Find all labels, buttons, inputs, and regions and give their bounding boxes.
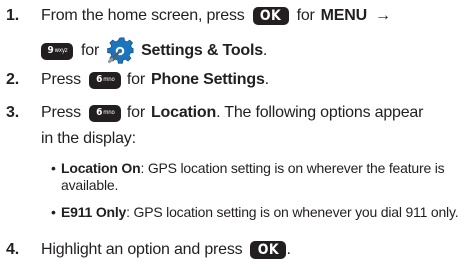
arrow-icon: → [374,7,391,24]
key-6-icon: 6 mno [88,104,121,122]
step-text: Press [41,104,81,121]
manual-page: 1. From the home screen, press OK for ME… [0,0,472,275]
step-text: in the display: [41,130,136,147]
step-text: for [81,42,100,59]
option-text: E911 Only: GPS location setting is on wh… [61,204,459,221]
step-text: . The following options appear [216,104,424,121]
step-number: 2. [6,71,19,88]
gear-icon [107,37,134,64]
bullet-icon: • [51,160,56,176]
step-4-line: Highlight an option and press OK. [41,241,291,259]
step-text: for [126,104,145,121]
step-text: Highlight an option and press [41,241,243,258]
step-number: 1. [6,7,19,24]
ok-key-icon: OK [252,7,289,25]
option-term: E911 Only [61,204,127,220]
key-9-icon: 9 wxyz [41,42,73,60]
ok-key-icon: OK [250,241,287,259]
step-text: for [296,7,315,24]
option-desc: available. [61,177,119,193]
step-3-line-1: Press 6 mno for Location. The following o… [41,103,423,123]
step-2-line: Press 6 mno for Phone Settings. [41,71,269,89]
key-6-icon: 6 mno [88,71,121,89]
step-3-line-2: in the display: [41,129,136,149]
bullet-icon: • [51,204,56,220]
settings-tools-label: Settings & Tools [141,42,263,59]
step-text: for [126,71,145,88]
option-text: Location On: GPS location setting is on … [61,160,445,177]
phone-settings-label: Phone Settings [150,71,265,88]
option-desc: : GPS location setting is on wherever th… [140,160,445,176]
step-text: Press [41,71,81,88]
step-1-line-1: From the home screen, press OK for MENU … [41,6,391,26]
menu-label: MENU [320,7,368,24]
location-label: Location [150,104,217,121]
step-number: 3. [6,104,19,121]
step-number: 4. [6,241,19,258]
option-desc: : GPS location setting is on whenever yo… [126,204,459,220]
step-1-line-2: 9 wxyz for Settings & Tools. [41,36,267,66]
step-text: From the home screen, press [41,7,245,24]
option-term: Location On [61,160,141,176]
